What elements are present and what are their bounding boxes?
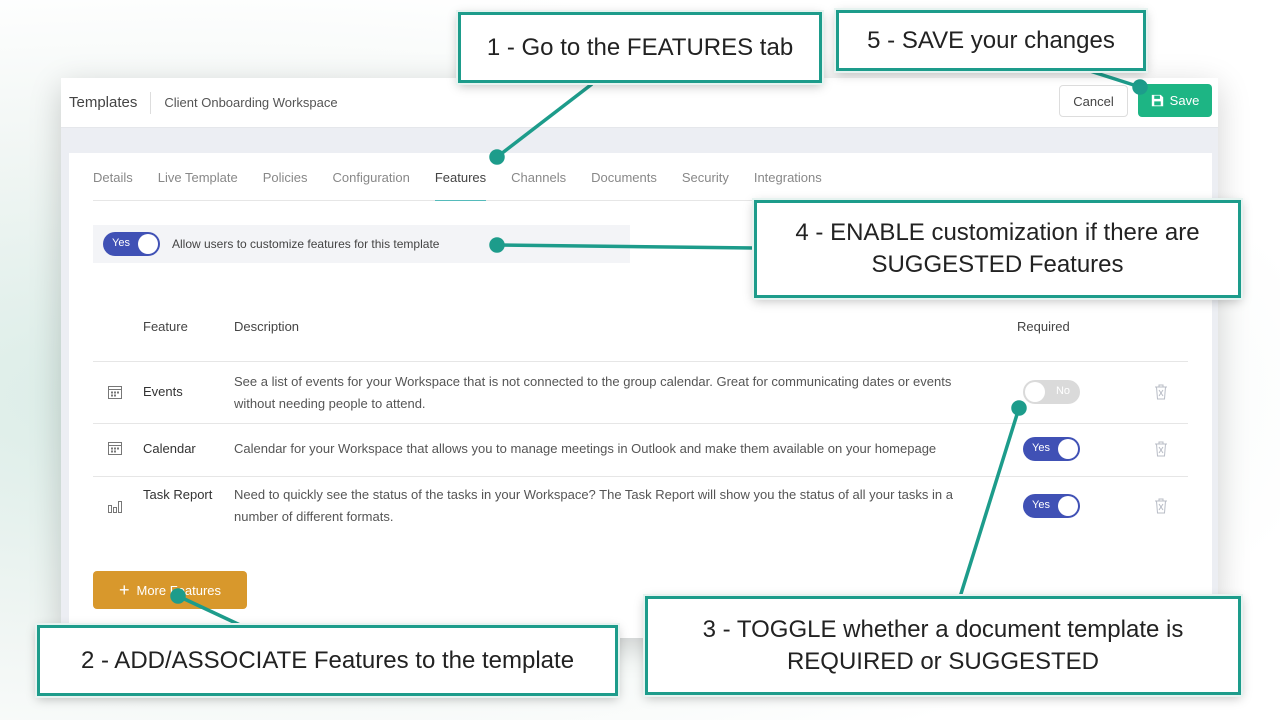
- callout-step-3: 3 - TOGGLE whether a document template i…: [645, 596, 1241, 695]
- save-button[interactable]: Save: [1138, 84, 1212, 117]
- tab-bar: Details Live Template Policies Configura…: [93, 153, 1188, 201]
- toggle-knob: [138, 234, 158, 254]
- toggle-label: Yes: [1032, 499, 1050, 511]
- table-divider: [93, 361, 1188, 362]
- breadcrumb-template-name: Client Onboarding Workspace: [164, 95, 338, 110]
- feature-description-calendar: Calendar for your Workspace that allows …: [234, 441, 937, 456]
- allow-customize-label: Allow users to customize features for th…: [172, 237, 440, 251]
- callout-step-5: 5 - SAVE your changes: [836, 10, 1146, 71]
- tab-channels[interactable]: Channels: [511, 153, 566, 201]
- callout-step-1: 1 - Go to the FEATURES tab: [458, 12, 822, 83]
- tab-live-template[interactable]: Live Template: [158, 153, 238, 201]
- callout-step-4: 4 - ENABLE customization if there are SU…: [754, 200, 1241, 298]
- toggle-knob: [1058, 439, 1078, 459]
- more-features-label: More Features: [136, 582, 222, 598]
- toggle-label: Yes: [1032, 442, 1050, 454]
- toggle-label: No: [1055, 385, 1070, 397]
- top-bar: Templates Client Onboarding Workspace Ca…: [61, 78, 1218, 128]
- trash-icon[interactable]: [1154, 384, 1168, 400]
- required-toggle-events[interactable]: No: [1023, 380, 1080, 404]
- toggle-knob: [1025, 382, 1045, 402]
- column-header-description: Description: [234, 319, 300, 334]
- table-divider: [93, 423, 1188, 424]
- tab-security[interactable]: Security: [682, 153, 729, 201]
- tab-policies[interactable]: Policies: [263, 153, 308, 201]
- callout-step-2: 2 - ADD/ASSOCIATE Features to the templa…: [37, 625, 618, 696]
- feature-name-events: Events: [143, 384, 183, 399]
- tab-features[interactable]: Features: [434, 153, 487, 201]
- feature-name-calendar: Calendar: [143, 441, 196, 456]
- cancel-button[interactable]: Cancel: [1059, 85, 1128, 117]
- toggle-label: Yes: [112, 237, 130, 249]
- more-features-button[interactable]: + More Features: [93, 571, 247, 609]
- tab-integrations[interactable]: Integrations: [754, 153, 822, 201]
- required-toggle-task-report[interactable]: Yes: [1023, 494, 1080, 518]
- breadcrumb-templates[interactable]: Templates: [69, 91, 152, 114]
- feature-description-events: See a list of events for your Workspace …: [234, 374, 952, 411]
- column-header-required: Required: [1017, 319, 1070, 334]
- tab-configuration[interactable]: Configuration: [333, 153, 410, 201]
- bar-chart-icon: [108, 501, 122, 513]
- plus-icon: +: [118, 580, 130, 600]
- allow-customize-row: Yes Allow users to customize features fo…: [93, 225, 630, 263]
- feature-name-task-report: Task Report: [143, 487, 213, 502]
- column-header-feature: Feature: [143, 319, 188, 334]
- app-window: Templates Client Onboarding Workspace Ca…: [61, 78, 1218, 638]
- trash-icon[interactable]: [1154, 498, 1168, 514]
- floppy-disk-icon: [1151, 94, 1163, 107]
- tab-details[interactable]: Details: [93, 153, 133, 201]
- table-divider: [93, 476, 1188, 477]
- feature-description-task-report: Need to quickly see the status of the ta…: [234, 487, 953, 524]
- trash-icon[interactable]: [1154, 441, 1168, 457]
- calendar-icon: [108, 386, 122, 399]
- calendar-icon: [108, 442, 122, 455]
- allow-customize-toggle[interactable]: Yes: [103, 232, 160, 256]
- required-toggle-calendar[interactable]: Yes: [1023, 437, 1080, 461]
- tab-documents[interactable]: Documents: [591, 153, 657, 201]
- save-button-label: Save: [1169, 93, 1200, 108]
- toggle-knob: [1058, 496, 1078, 516]
